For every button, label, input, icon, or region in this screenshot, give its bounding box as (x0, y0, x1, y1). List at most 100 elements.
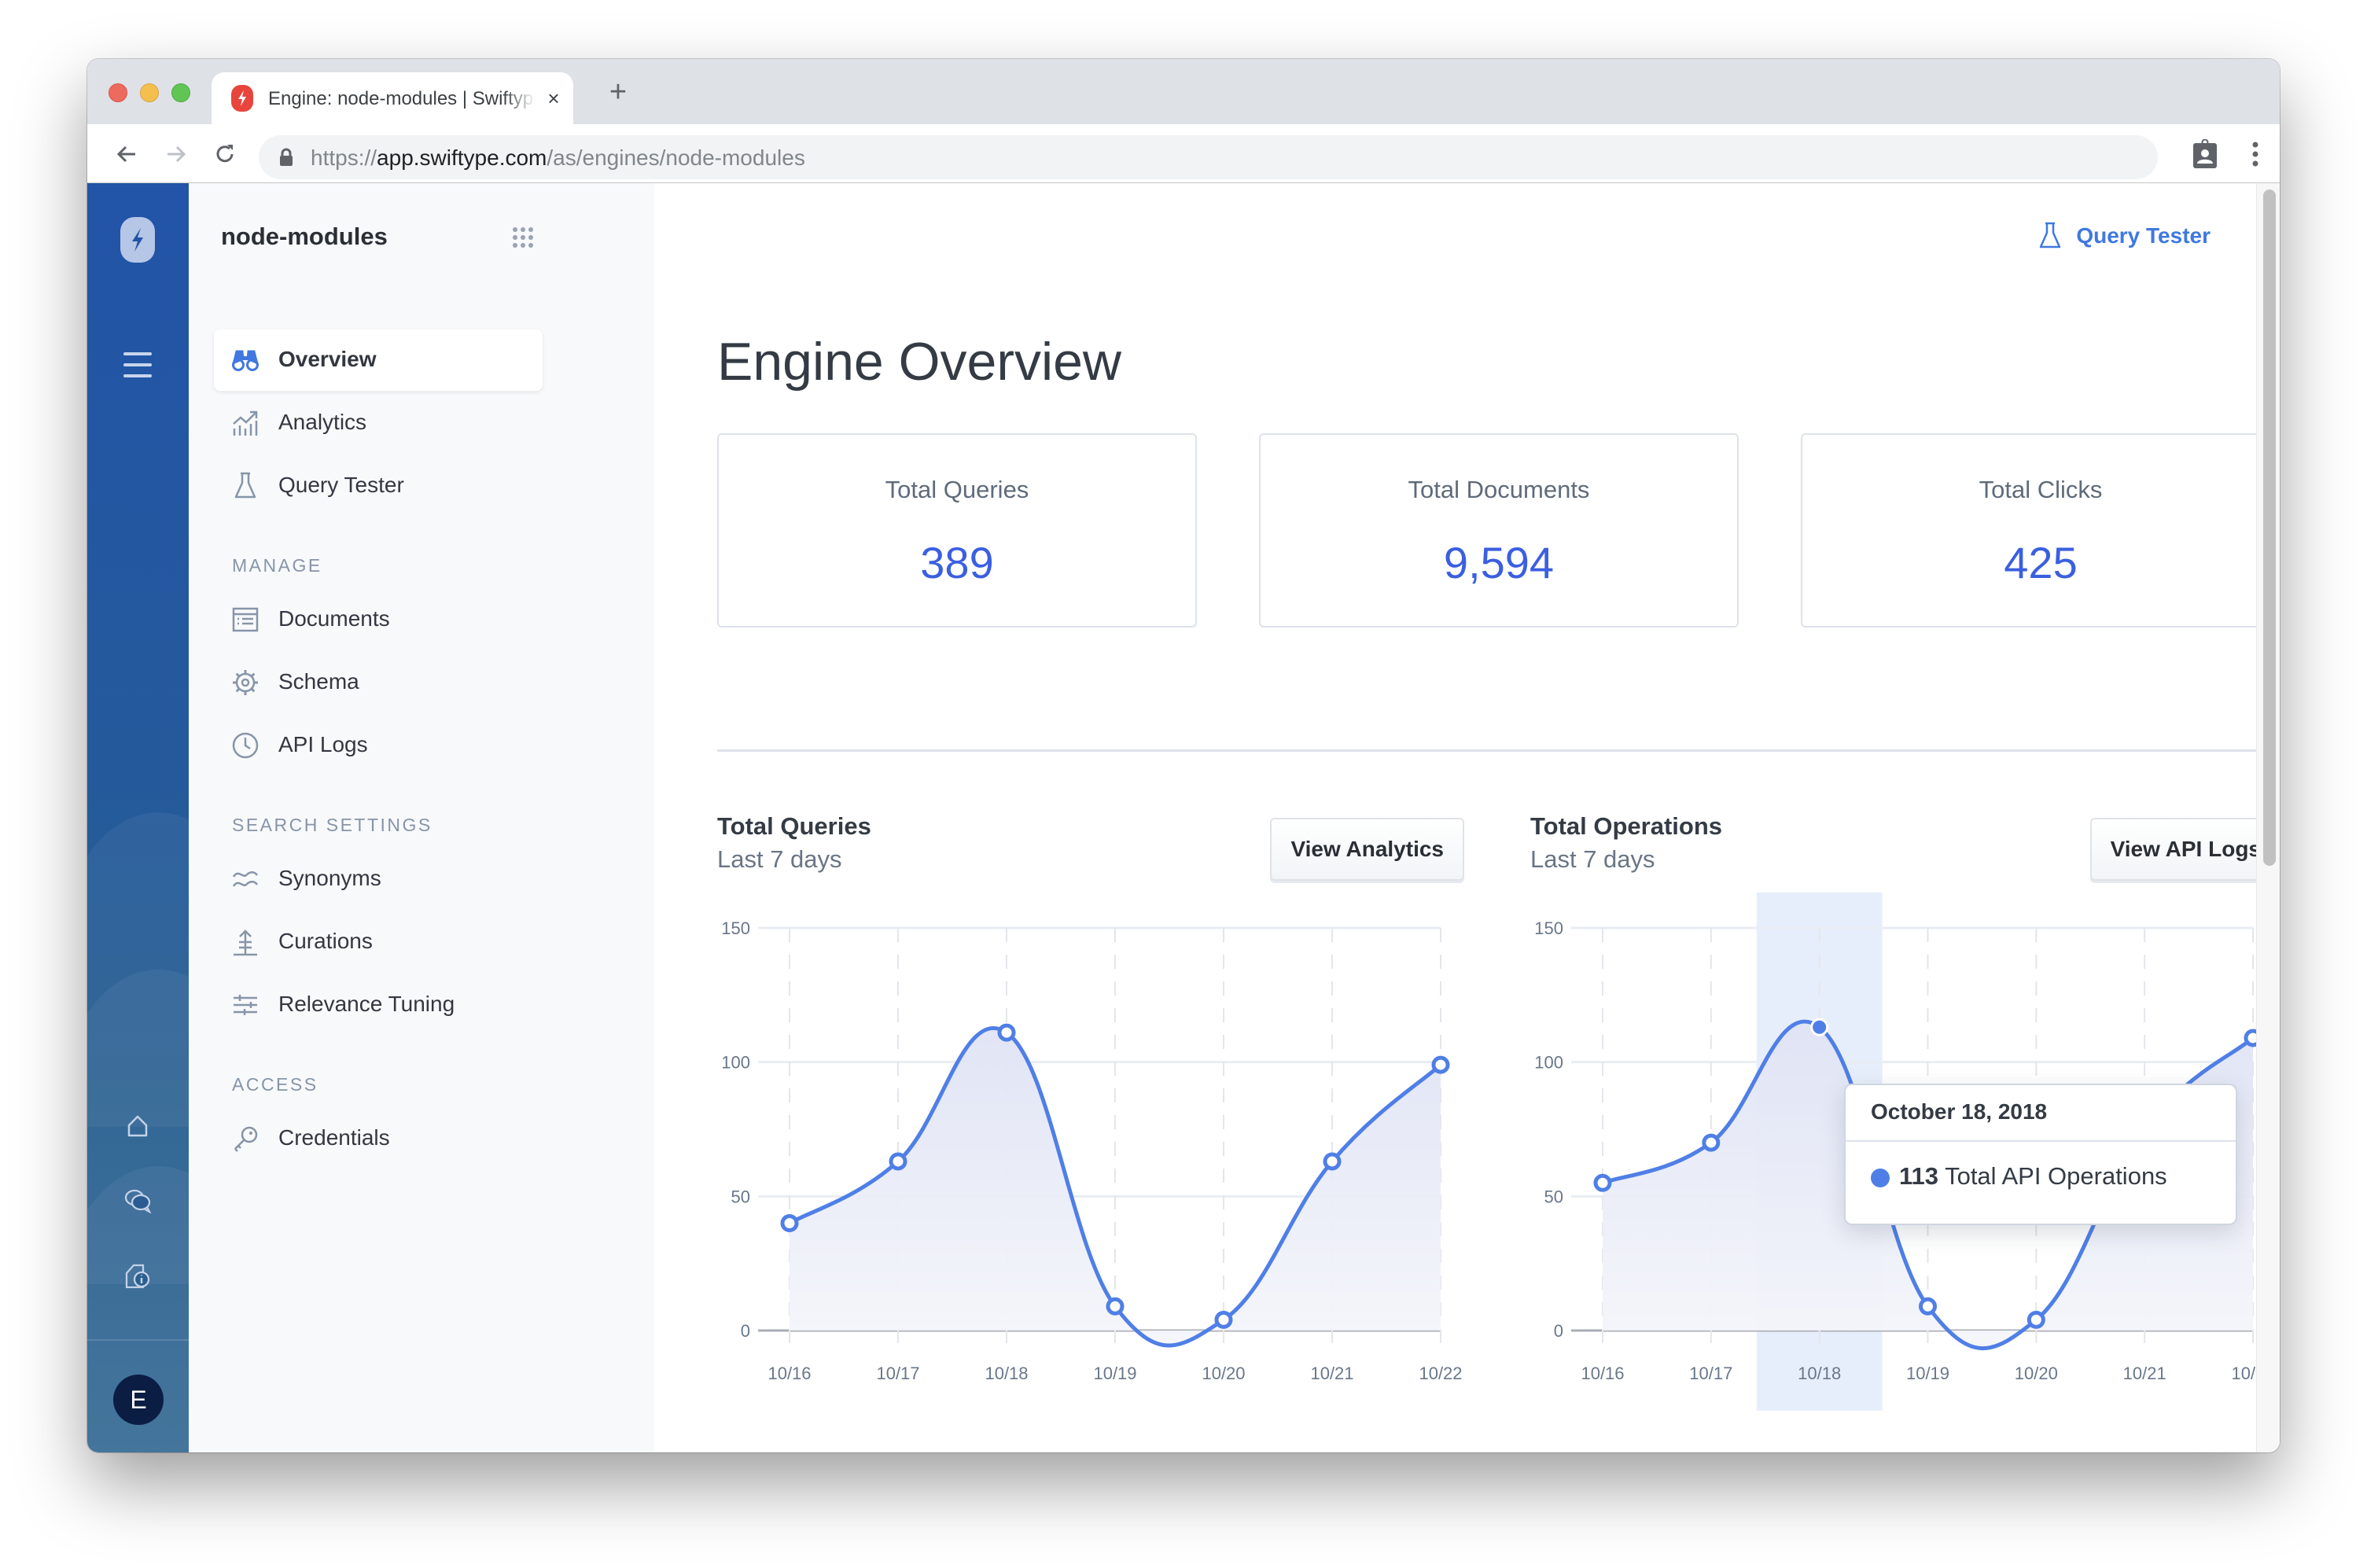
y-tick-label: 100 (721, 1053, 750, 1073)
sidebar-item-label: Relevance Tuning (278, 992, 455, 1016)
browser-menu-button[interactable] (2240, 138, 2271, 170)
curations-icon (231, 928, 260, 956)
page-title: Engine Overview (717, 332, 1122, 392)
stat-value: 425 (2004, 538, 2078, 587)
gear-icon (231, 668, 260, 697)
query-tester-link[interactable]: Query Tester (2038, 220, 2211, 252)
tooltip-date: October 18, 2018 (1871, 1099, 2048, 1124)
url-text: https://app.swiftype.com/as/engines/node… (311, 145, 805, 170)
lock-icon (280, 148, 293, 166)
close-window-button[interactable] (109, 83, 127, 102)
help-docs-icon[interactable] (119, 1257, 156, 1294)
chat-icon[interactable] (119, 1182, 156, 1220)
sidebar-item-label: Analytics (278, 410, 367, 434)
y-tick-label: 50 (1544, 1187, 1563, 1206)
hamburger-menu-icon[interactable] (122, 351, 153, 379)
y-tick-label: 50 (731, 1187, 750, 1206)
sidebar-item-analytics[interactable]: Analytics (214, 392, 543, 454)
engine-name: node-modules (221, 223, 388, 250)
sidebar-item-synonyms[interactable]: Synonyms (214, 848, 543, 910)
data-point (889, 1152, 907, 1171)
profile-badge-button[interactable] (2189, 138, 2221, 170)
tooltip-label: Total API Operations (1945, 1162, 2167, 1190)
sidebar-item-api-logs[interactable]: API Logs (214, 715, 543, 776)
data-point (1431, 1055, 1450, 1074)
data-point (1323, 1152, 1342, 1171)
data-point (997, 1023, 1016, 1042)
y-tick-label: 150 (721, 918, 750, 938)
data-point (1810, 1018, 1829, 1036)
minimize-window-button[interactable] (140, 83, 159, 102)
main-content: Query Tester Engine Overview Total Queri… (654, 183, 2280, 1452)
stat-value: 9,594 (1443, 538, 1555, 587)
tooltip-value: 113 (1899, 1162, 1939, 1190)
sidebar-item-label: Schema (278, 669, 359, 694)
stat-label: Total Queries (885, 476, 1029, 503)
x-tick-label: 10/20 (2015, 1364, 2058, 1383)
y-tick-label: 150 (1534, 918, 1563, 938)
swiftype-logo-icon[interactable] (120, 217, 155, 263)
sidebar-item-label: Documents (278, 606, 390, 631)
new-tab-button[interactable]: + (602, 76, 634, 108)
flask-icon (231, 472, 260, 500)
reload-button[interactable] (209, 138, 241, 170)
x-tick-label: 10/19 (1906, 1364, 1949, 1383)
browser-tab[interactable]: Engine: node-modules | Swiftype × (212, 72, 573, 124)
forward-button[interactable] (160, 138, 192, 170)
x-tick-label: 10/18 (1798, 1364, 1841, 1383)
section-heading-manage: MANAGE (232, 555, 322, 576)
app: E node-modules Overview Analytics Query … (87, 183, 2280, 1452)
chart-canvas: 0 50 100 150 10/16 10/17 10/18 10/19 10/20 10/21 1… (721, 918, 1462, 1383)
tab-title: Engine: node-modules | Swiftype (268, 88, 536, 109)
sidebar-item-label: Query Tester (278, 473, 404, 497)
page-scrollbar[interactable] (2256, 183, 2280, 1452)
x-tick-label: 10/16 (768, 1364, 811, 1383)
tooltip-row: 113 Total API Operations (1899, 1162, 2167, 1191)
x-tick-label: 10/17 (1689, 1364, 1732, 1383)
sidebar-item-overview[interactable]: Overview (214, 329, 543, 391)
chart-tooltip: October 18, 2018 113 Total API Operation… (1844, 1084, 2237, 1225)
browser-toolbar: https://app.swiftype.com/as/engines/node… (87, 124, 2280, 183)
stat-value: 389 (920, 538, 994, 587)
flask-icon (2040, 222, 2061, 248)
view-api-logs-button[interactable]: View API Logs (2089, 818, 2280, 881)
sidebar-item-documents[interactable]: Documents (214, 589, 543, 650)
sidebar-item-relevance-tuning[interactable]: Relevance Tuning (214, 974, 543, 1036)
x-tick-label: 10/16 (1581, 1364, 1624, 1383)
data-point (1919, 1297, 1937, 1316)
sidebar-item-query-tester[interactable]: Query Tester (214, 455, 543, 517)
tab-strip: Engine: node-modules | Swiftype × + (87, 59, 2280, 124)
x-tick-label: 10/17 (876, 1364, 919, 1383)
chart-subtitle: Last 7 days (717, 845, 842, 873)
back-button[interactable] (111, 138, 142, 170)
binoculars-icon (231, 346, 260, 374)
sidebar-item-credentials[interactable]: Credentials (214, 1108, 543, 1169)
section-divider (717, 749, 2280, 752)
clock-icon (231, 731, 260, 760)
scrollbar-thumb[interactable] (2263, 190, 2276, 866)
engine-switcher-grid-icon[interactable] (513, 227, 533, 248)
home-icon[interactable] (119, 1107, 156, 1145)
sidebar-item-label: Curations (278, 929, 373, 953)
tab-close-icon[interactable]: × (542, 85, 565, 112)
view-analytics-button[interactable]: View Analytics (1270, 818, 1464, 881)
address-bar[interactable]: https://app.swiftype.com/as/engines/node… (259, 135, 2158, 179)
data-point (780, 1213, 799, 1232)
data-point (1593, 1173, 1612, 1192)
chart-total-queries: 0 50 100 150 10/16 10/17 10/18 10/19 10/20 10/21 1… (717, 812, 1464, 1418)
sidebar-item-label: Synonyms (278, 866, 381, 890)
sidebar-item-curations[interactable]: Curations (214, 911, 543, 973)
avatar[interactable]: E (113, 1375, 164, 1425)
x-tick-label: 10/20 (1202, 1364, 1245, 1383)
sidebar-item-schema[interactable]: Schema (214, 652, 543, 713)
rail-divider (87, 1339, 189, 1341)
stat-card-total-queries: Total Queries 389 (717, 433, 1197, 628)
arrow-left-icon (116, 145, 135, 163)
x-tick-label: 10/18 (985, 1364, 1028, 1383)
maximize-window-button[interactable] (171, 83, 190, 102)
data-point (2026, 1310, 2045, 1329)
badge-icon (2193, 139, 2217, 168)
data-point (1214, 1310, 1233, 1329)
analytics-chart-icon (231, 409, 260, 437)
x-tick-label: 10/22 (1419, 1364, 1462, 1383)
